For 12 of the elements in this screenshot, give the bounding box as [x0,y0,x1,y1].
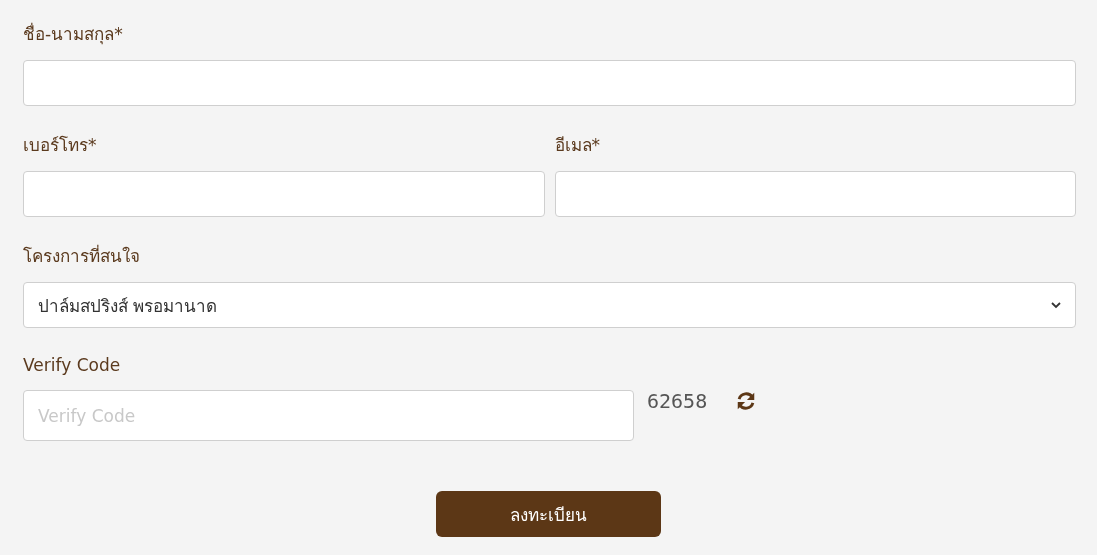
captcha-code: 62658 [647,390,708,412]
field-label: Verify Code [23,354,122,377]
field-label: ชื่อ-นามสกุล* [23,21,124,47]
field-label: โครงการที่สนใจ [23,243,141,268]
register-button[interactable]: ลงทะเบียน [436,491,661,537]
text-field[interactable] [554,171,1076,217]
text-field[interactable] [23,60,1076,106]
text-field[interactable] [23,171,545,217]
field-label: อีเมล* [554,134,601,157]
chevron-down-icon [1051,300,1061,310]
dropdown[interactable]: ปาล์มสปริงส์ พรอมานาด [23,282,1076,328]
field-label: เบอร์โทร* [23,134,98,157]
